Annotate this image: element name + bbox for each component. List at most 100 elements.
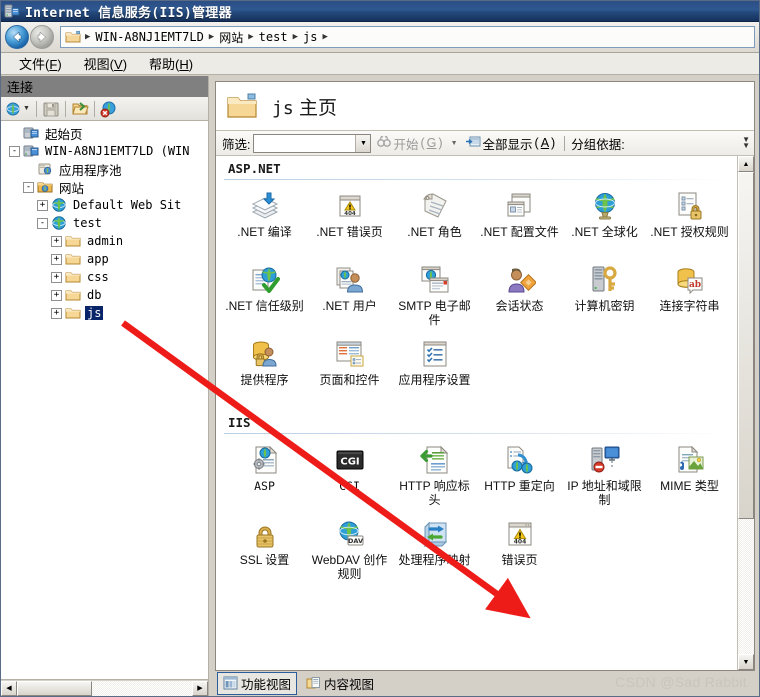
filterbar-overflow-icon[interactable]: ▼ ▼ — [742, 136, 750, 150]
feature-item-error-pages[interactable]: 404 错误页 — [477, 514, 562, 588]
feature-item-connection-strings[interactable]: ab 连接字符串 — [647, 260, 732, 334]
feature-item-ip-domain-restrictions[interactable]: IP 地址和域限制 — [562, 440, 647, 514]
feature-item-providers[interactable]: 提供程序 — [222, 334, 307, 408]
breadcrumb-item-0[interactable]: WIN-A8NJ1EMT7LD — [93, 30, 205, 44]
back-button[interactable] — [5, 25, 29, 49]
tree-item-label: db — [87, 288, 102, 302]
breadcrumb-separator[interactable]: ▶ — [206, 32, 217, 42]
feature-item-pages-and-controls[interactable]: 页面和控件 — [307, 334, 392, 408]
feature-item-asp[interactable]: ASP — [222, 440, 307, 514]
scroll-up-button[interactable]: ▲ — [738, 156, 754, 172]
breadcrumb-item-3[interactable]: js — [301, 30, 319, 44]
tree-item-win-a8nj1emt7ld-win[interactable]: - WIN-A8NJ1EMT7LD (WIN — [1, 142, 208, 160]
feature-item-ssl-settings[interactable]: SSL 设置 — [222, 514, 307, 588]
tree-item-css[interactable]: + css — [1, 268, 208, 286]
hscroll-track[interactable] — [17, 680, 192, 696]
tree-item-test[interactable]: - test — [1, 214, 208, 232]
breadcrumb-separator[interactable]: ▶ — [245, 32, 256, 42]
tree-item-app[interactable]: + app — [1, 250, 208, 268]
feature-item-net-compilation[interactable]: .NET 编译 — [222, 186, 307, 260]
feature-item-application-settings[interactable]: 应用程序设置 — [392, 334, 477, 408]
filter-input[interactable] — [254, 134, 355, 152]
features-vertical-scrollbar[interactable]: ▲ ▼ — [737, 156, 754, 670]
page-title-name: js — [272, 97, 294, 119]
feature-item-cgi[interactable]: CGI CGI — [307, 440, 392, 514]
open-connection-icon[interactable] — [70, 99, 90, 119]
chevron-down-icon[interactable]: ▼ — [355, 134, 371, 152]
scroll-down-button[interactable]: ▼ — [738, 654, 754, 670]
feature-item-smtp-email[interactable]: SMTP 电子邮件 — [392, 260, 477, 334]
feature-item-label: .NET 信任级别 — [225, 299, 304, 313]
feature-item-session-state[interactable]: 会话状态 — [477, 260, 562, 334]
connect-to-dropdown-icon[interactable]: ▼ — [23, 105, 30, 112]
menu-view[interactable]: 视图(V) — [76, 52, 141, 75]
feature-item-net-error-pages[interactable]: 404 .NET 错误页 — [307, 186, 392, 260]
filter-go-button[interactable]: 开始(G) — [374, 133, 445, 154]
tree-horizontal-scrollbar[interactable]: ◀ ▶ — [1, 679, 208, 696]
hscroll-thumb[interactable] — [17, 680, 92, 696]
expand-icon[interactable]: + — [51, 235, 62, 247]
breadcrumb[interactable]: ▶ WIN-A8NJ1EMT7LD ▶ 网站 ▶ test ▶ js ▶ — [60, 26, 755, 48]
tree-item-default-web-sit[interactable]: + Default Web Sit — [1, 196, 208, 214]
tree-item-[interactable]: 应用程序池 — [1, 160, 208, 178]
save-connections-icon[interactable] — [41, 99, 61, 119]
tab-content-view[interactable]: 内容视图 — [301, 673, 379, 694]
feature-item-net-users[interactable]: .NET 用户 — [307, 260, 392, 334]
breadcrumb-separator[interactable]: ▶ — [290, 32, 301, 42]
breadcrumb-item-2[interactable]: test — [257, 30, 290, 44]
net-authorization-rules-icon — [674, 190, 706, 222]
tree-item-[interactable]: 起始页 — [1, 124, 208, 142]
vscroll-thumb[interactable] — [738, 172, 754, 520]
content-frame: js 主页 筛选: ▼ 开始 (G) ▼ 全部显示 (A) 分组依据: … — [215, 81, 755, 671]
feature-item-label: 应用程序设置 — [398, 373, 471, 387]
feature-item-label: .NET 授权规则 — [650, 225, 729, 239]
show-all-button[interactable]: 全部显示(A) — [463, 133, 559, 154]
ip-domain-restrictions-icon — [589, 444, 621, 476]
connect-to-icon[interactable] — [4, 99, 24, 119]
feature-item-net-authorization-rules[interactable]: .NET 授权规则 — [647, 186, 732, 260]
scroll-left-button[interactable]: ◀ — [1, 680, 17, 696]
collapse-icon[interactable]: - — [9, 145, 20, 157]
tab-features-view[interactable]: 功能视图 — [217, 671, 298, 695]
filter-go-dropdown-icon[interactable]: ▼ — [449, 140, 460, 147]
filter-input-combo[interactable]: ▼ — [253, 133, 372, 153]
toolbar-divider — [35, 100, 37, 117]
feature-item-label: 连接字符串 — [659, 299, 720, 313]
feature-item-handler-mappings[interactable]: 处理程序映射 — [392, 514, 477, 588]
filter-bar: 筛选: ▼ 开始(G) ▼ 全部显示 (A) 分组依据: ▼ ▼ — [216, 130, 754, 156]
connections-tree[interactable]: 起始页 - WIN-A8NJ1EMT7LD (WIN 应用程序池 - 网站 + Default… — [1, 121, 208, 679]
expand-icon[interactable]: + — [51, 307, 62, 319]
forward-button[interactable] — [30, 25, 54, 49]
feature-item-net-profile[interactable]: .NET 配置文件 — [477, 186, 562, 260]
feature-item-net-roles[interactable]: .NET 角色 — [392, 186, 477, 260]
collapse-icon[interactable]: - — [23, 181, 34, 193]
tree-item-admin[interactable]: + admin — [1, 232, 208, 250]
collapse-icon[interactable]: - — [37, 217, 48, 229]
features-scroll-region[interactable]: ASP.NET .NET 编译 404 .NET 错误页 .NET 角色 .NET 配置文… — [216, 156, 737, 670]
feature-item-mime-types[interactable]: MIME 类型 — [647, 440, 732, 514]
expand-icon[interactable]: + — [37, 199, 48, 211]
expand-icon[interactable]: + — [51, 271, 62, 283]
feature-item-webdav-authoring-rules[interactable]: DAV WebDAV 创作规则 — [307, 514, 392, 588]
tree-item-[interactable]: - 网站 — [1, 178, 208, 196]
feature-item-http-response-headers[interactable]: HTTP 响应标头 — [392, 440, 477, 514]
feature-item-net-trust-levels[interactable]: .NET 信任级别 — [222, 260, 307, 334]
folder-icon — [65, 287, 81, 303]
feature-item-label: 处理程序映射 — [398, 553, 471, 567]
page-title-suffix: 主页 — [298, 97, 337, 119]
menu-file[interactable]: 文件(F) — [11, 52, 76, 75]
breadcrumb-separator[interactable]: ▶ — [319, 32, 330, 42]
breadcrumb-separator[interactable]: ▶ — [82, 32, 93, 42]
expand-icon[interactable]: + — [51, 253, 62, 265]
vscroll-track[interactable] — [738, 172, 754, 654]
feature-item-http-redirect[interactable]: HTTP 重定向 — [477, 440, 562, 514]
feature-item-net-globalization[interactable]: .NET 全球化 — [562, 186, 647, 260]
tree-item-js[interactable]: + js — [1, 304, 208, 322]
tree-item-db[interactable]: + db — [1, 286, 208, 304]
scroll-right-button[interactable]: ▶ — [192, 680, 208, 696]
menu-help[interactable]: 帮助(H) — [141, 52, 207, 75]
breadcrumb-item-1[interactable]: 网站 — [217, 29, 245, 46]
delete-connection-icon[interactable] — [99, 99, 119, 119]
expand-icon[interactable]: + — [51, 289, 62, 301]
feature-item-machine-key[interactable]: 计算机密钥 — [562, 260, 647, 334]
